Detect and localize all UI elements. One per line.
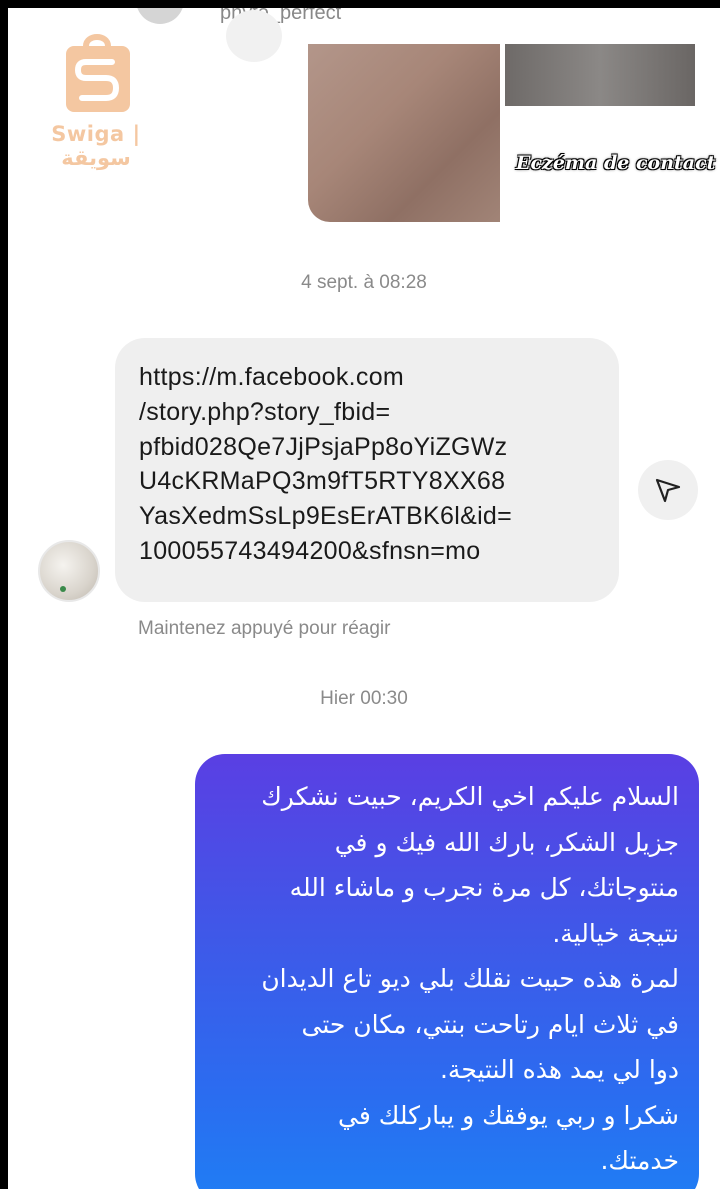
received-message-bubble[interactable]: https://m.facebook.com /story.php?story_…	[115, 338, 619, 602]
sent-message-line: نتيجة خيالية.	[552, 918, 679, 948]
message-link-line[interactable]: https://m.facebook.com	[139, 360, 619, 395]
header-action-button[interactable]	[226, 10, 282, 62]
shopping-bag-icon	[66, 34, 130, 112]
send-icon	[655, 478, 681, 503]
message-link-line[interactable]: 100055743494200&sfnsn=mo	[139, 534, 619, 569]
sent-message-bubble[interactable]: السلام عليكم اخي الكريم، حبيت نشكرك جزيل…	[195, 754, 699, 1189]
message-timestamp: Hier 00:30	[320, 688, 408, 709]
sent-message-line: في ثلاث ايام رتاحت بنتي، مكان حتى	[301, 1009, 680, 1039]
sent-message-line: لمرة هذه حبيت نقلك بلي ديو تاع الديدان	[261, 964, 679, 993]
swiga-watermark: Swiga | سويقة	[16, 28, 176, 170]
header-avatar[interactable]	[136, 8, 184, 24]
share-button[interactable]	[638, 460, 698, 520]
photo-caption: Eczéma de contact	[516, 152, 716, 174]
sent-message-line: شكرا و ربي يوفقك و يباركلك في	[338, 1100, 679, 1130]
message-link-line[interactable]: YasXedmSsLp9EsErATBK6l&id=	[139, 499, 619, 534]
message-link-line[interactable]: /story.php?story_fbid=	[139, 395, 619, 430]
watermark-text: Swiga | سويقة	[51, 122, 141, 170]
sent-message-line: خدمتك.	[600, 1146, 679, 1175]
message-timestamp: 4 sept. à 08:28	[301, 272, 427, 293]
online-indicator	[60, 586, 66, 592]
chat-screen: phyto_perfect Eczéma de contact Swiga | …	[8, 8, 720, 1189]
react-hint: Maintenez appuyé pour réagir	[138, 618, 391, 639]
sent-message-line: السلام عليكم اخي الكريم، حبيت نشكرك	[261, 782, 679, 811]
message-link-line[interactable]: pfbid028Qe7JjPsjaPp8oYiZGWz	[139, 430, 619, 465]
shared-photo-right[interactable]	[505, 44, 695, 106]
sender-avatar[interactable]	[38, 540, 100, 602]
shared-photo-left[interactable]	[308, 44, 500, 222]
sent-message-line: دوا لي يمد هذه النتيجة.	[439, 1055, 679, 1084]
sent-message-line: منتوجاتك، كل مرة نجرب و ماشاء الله	[289, 873, 679, 902]
sent-message-line: جزيل الشكر، بارك الله فيك و في	[334, 827, 679, 857]
message-link-line[interactable]: U4cKRMaPQ3m9fT5RTY8XX68	[139, 464, 619, 499]
